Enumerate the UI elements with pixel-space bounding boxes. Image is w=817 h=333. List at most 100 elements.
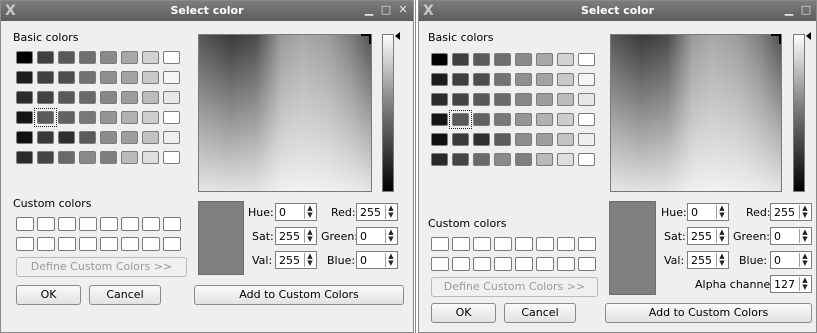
red-spinbox[interactable]: 255 ▲ ▼ bbox=[770, 203, 812, 221]
basic-color-swatch[interactable] bbox=[79, 151, 96, 164]
custom-color-swatch[interactable] bbox=[473, 257, 491, 271]
custom-color-swatch[interactable] bbox=[452, 257, 470, 271]
custom-color-swatch[interactable] bbox=[16, 237, 34, 251]
close-icon[interactable]: ✕ bbox=[396, 3, 410, 17]
cancel-button[interactable]: Cancel bbox=[504, 303, 576, 323]
basic-color-swatch[interactable] bbox=[473, 73, 490, 86]
spin-arrows-icon[interactable]: ▲ ▼ bbox=[385, 253, 396, 267]
basic-color-swatch[interactable] bbox=[163, 91, 180, 104]
basic-color-swatch[interactable] bbox=[452, 153, 469, 166]
spin-arrows-icon[interactable]: ▲ ▼ bbox=[385, 205, 396, 219]
basic-color-swatch[interactable] bbox=[16, 91, 33, 104]
basic-color-swatch[interactable] bbox=[452, 73, 469, 86]
basic-color-swatch[interactable] bbox=[79, 131, 96, 144]
blue-spinbox[interactable]: 0 ▲ ▼ bbox=[770, 251, 812, 269]
basic-color-swatch[interactable] bbox=[163, 151, 180, 164]
basic-color-swatch[interactable] bbox=[494, 93, 511, 106]
basic-color-swatch[interactable] bbox=[473, 133, 490, 146]
spin-arrows-icon[interactable]: ▲ ▼ bbox=[799, 277, 810, 291]
basic-color-swatch[interactable] bbox=[473, 53, 490, 66]
custom-color-swatch[interactable] bbox=[58, 237, 76, 251]
basic-color-swatch[interactable] bbox=[515, 133, 532, 146]
basic-color-swatch[interactable] bbox=[121, 71, 138, 84]
basic-color-swatch[interactable] bbox=[37, 131, 54, 144]
custom-color-swatch[interactable] bbox=[142, 217, 160, 231]
basic-color-swatch[interactable] bbox=[494, 73, 511, 86]
basic-color-swatch[interactable] bbox=[494, 53, 511, 66]
value-slider[interactable] bbox=[793, 34, 805, 192]
basic-color-swatch[interactable] bbox=[452, 53, 469, 66]
hue-saturation-picker[interactable] bbox=[198, 34, 372, 192]
green-spinbox[interactable]: 0 ▲ ▼ bbox=[770, 227, 812, 245]
basic-color-swatch[interactable] bbox=[142, 131, 159, 144]
ok-button[interactable]: OK bbox=[16, 285, 81, 305]
basic-color-swatch[interactable] bbox=[79, 91, 96, 104]
add-to-custom-colors-button[interactable]: Add to Custom Colors bbox=[194, 285, 404, 305]
basic-color-swatch[interactable] bbox=[100, 131, 117, 144]
basic-color-swatch[interactable] bbox=[16, 71, 33, 84]
basic-color-swatch[interactable] bbox=[431, 73, 448, 86]
basic-color-swatch[interactable] bbox=[536, 133, 553, 146]
hue-spinbox[interactable]: 0 ▲ ▼ bbox=[275, 203, 317, 221]
maximize-icon[interactable]: □ bbox=[799, 3, 813, 17]
custom-color-swatch[interactable] bbox=[16, 217, 34, 231]
basic-color-swatch[interactable] bbox=[37, 151, 54, 164]
sat-spinbox[interactable]: 255 ▲ ▼ bbox=[687, 227, 729, 245]
basic-color-swatch[interactable] bbox=[121, 51, 138, 64]
spin-arrows-icon[interactable]: ▲ ▼ bbox=[304, 253, 315, 267]
spin-arrows-icon[interactable]: ▲ ▼ bbox=[385, 229, 396, 243]
basic-color-swatch[interactable] bbox=[37, 51, 54, 64]
basic-color-swatch[interactable] bbox=[163, 71, 180, 84]
spin-arrows-icon[interactable]: ▲ ▼ bbox=[304, 205, 315, 219]
basic-color-swatch[interactable] bbox=[578, 133, 595, 146]
basic-color-swatch[interactable] bbox=[100, 51, 117, 64]
basic-color-swatch[interactable] bbox=[515, 153, 532, 166]
basic-color-swatch[interactable] bbox=[494, 113, 511, 126]
basic-color-swatch[interactable] bbox=[473, 113, 490, 126]
spin-arrows-icon[interactable]: ▲ ▼ bbox=[716, 229, 727, 243]
spin-arrows-icon[interactable]: ▲ ▼ bbox=[716, 205, 727, 219]
custom-color-swatch[interactable] bbox=[79, 237, 97, 251]
custom-color-swatch[interactable] bbox=[163, 237, 181, 251]
basic-color-swatch[interactable] bbox=[452, 93, 469, 106]
val-spinbox[interactable]: 255 ▲ ▼ bbox=[687, 251, 729, 269]
custom-color-swatch[interactable] bbox=[100, 237, 118, 251]
custom-color-swatch[interactable] bbox=[37, 237, 55, 251]
basic-color-swatch[interactable] bbox=[142, 91, 159, 104]
basic-color-swatch[interactable] bbox=[100, 71, 117, 84]
basic-color-swatch[interactable] bbox=[557, 113, 574, 126]
basic-color-swatch[interactable] bbox=[536, 113, 553, 126]
maximize-icon[interactable]: □ bbox=[379, 3, 393, 17]
basic-color-swatch[interactable] bbox=[37, 71, 54, 84]
alpha-spinbox[interactable]: 127 ▲ ▼ bbox=[770, 275, 812, 293]
cancel-button[interactable]: Cancel bbox=[89, 285, 161, 305]
basic-color-swatch[interactable] bbox=[536, 53, 553, 66]
custom-color-swatch[interactable] bbox=[121, 217, 139, 231]
custom-color-swatch[interactable] bbox=[100, 217, 118, 231]
basic-color-swatch[interactable] bbox=[431, 93, 448, 106]
blue-spinbox[interactable]: 0 ▲ ▼ bbox=[356, 251, 398, 269]
spin-arrows-icon[interactable]: ▲ ▼ bbox=[304, 229, 315, 243]
add-to-custom-colors-button[interactable]: Add to Custom Colors bbox=[605, 303, 812, 323]
spin-arrows-icon[interactable]: ▲ ▼ bbox=[799, 229, 810, 243]
custom-color-swatch[interactable] bbox=[163, 217, 181, 231]
custom-color-swatch[interactable] bbox=[494, 257, 512, 271]
basic-color-swatch[interactable] bbox=[58, 51, 75, 64]
basic-color-swatch[interactable] bbox=[515, 73, 532, 86]
custom-color-swatch[interactable] bbox=[121, 237, 139, 251]
custom-color-swatch[interactable] bbox=[515, 237, 533, 251]
spin-arrows-icon[interactable]: ▲ ▼ bbox=[799, 253, 810, 267]
basic-color-swatch[interactable] bbox=[58, 111, 75, 124]
custom-color-swatch[interactable] bbox=[557, 237, 575, 251]
title-bar[interactable]: X Select color ▁ □ ✕ bbox=[1, 1, 413, 21]
basic-color-swatch[interactable] bbox=[515, 53, 532, 66]
basic-color-swatch[interactable] bbox=[37, 91, 54, 104]
value-slider[interactable] bbox=[382, 34, 394, 192]
custom-color-swatch[interactable] bbox=[578, 257, 596, 271]
custom-color-swatch[interactable] bbox=[515, 257, 533, 271]
basic-color-swatch[interactable] bbox=[557, 93, 574, 106]
basic-color-swatch[interactable] bbox=[100, 111, 117, 124]
basic-color-swatch[interactable] bbox=[121, 131, 138, 144]
basic-color-swatch[interactable] bbox=[16, 131, 33, 144]
basic-color-swatch[interactable] bbox=[557, 133, 574, 146]
